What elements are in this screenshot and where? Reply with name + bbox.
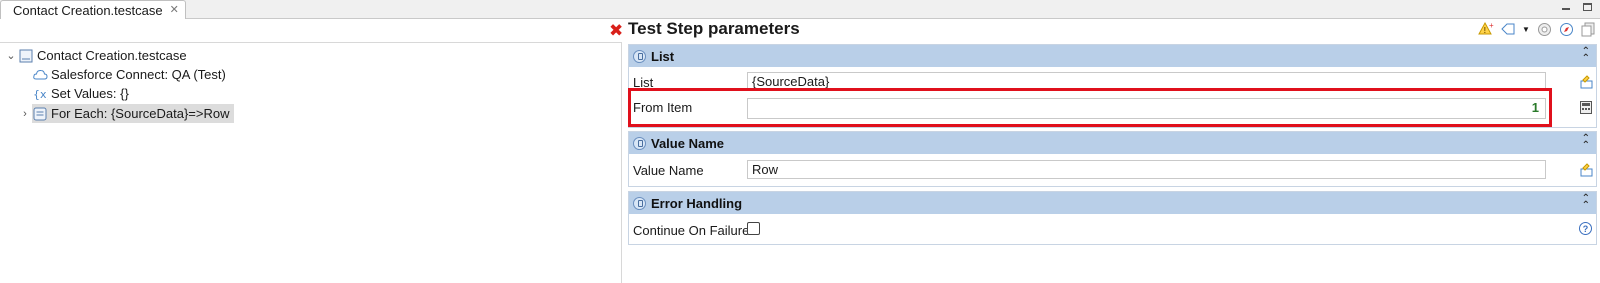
copy-icon[interactable]	[1580, 21, 1596, 37]
svg-text:+: +	[1489, 21, 1494, 30]
collapse-icon[interactable]: ⌃ ⌃	[1582, 194, 1590, 211]
tree-item-label: For Each: {SourceData}=>Row	[51, 106, 230, 121]
tag-icon[interactable]	[1500, 21, 1516, 37]
tab-contact-creation[interactable]: Contact Creation.testcase ✕	[0, 0, 186, 19]
error-icon: ✖	[609, 21, 624, 40]
section-title: Error Handling	[651, 195, 743, 211]
page-title: Test Step parameters	[628, 19, 800, 38]
warning-add-icon[interactable]: ! +	[1478, 21, 1494, 37]
tab-label: Contact Creation.testcase	[13, 2, 163, 18]
section-icon	[633, 136, 646, 150]
edit-variable-icon[interactable]	[1580, 163, 1594, 177]
close-icon[interactable]: ✕	[170, 4, 179, 16]
panel-toolbar: ! + ▼	[1478, 21, 1596, 37]
collapse-icon[interactable]: ⌃ ⌃	[1582, 134, 1590, 151]
svg-text:{x}: {x}	[33, 88, 48, 101]
dropdown-arrow-icon[interactable]: ▼	[1522, 21, 1530, 37]
refresh-icon[interactable]	[1536, 21, 1552, 37]
chevron-down-icon[interactable]: ⌄	[4, 49, 18, 62]
field-label: Continue On Failure	[633, 223, 750, 238]
list-icon	[32, 106, 48, 122]
test-tree-panel: ⌄ Contact Creation.testcase Salesforce C…	[0, 42, 622, 283]
collapse-icon[interactable]: ⌃ ⌃	[1582, 47, 1590, 64]
continue-on-failure-checkbox[interactable]	[747, 222, 760, 235]
calculator-icon[interactable]	[1580, 101, 1594, 115]
section-icon	[633, 49, 646, 63]
cloud-icon	[32, 67, 48, 83]
chevron-right-icon[interactable]: ›	[18, 108, 32, 120]
minimize-icon[interactable]	[1561, 1, 1571, 11]
tree-item[interactable]: Salesforce Connect: QA (Test)	[32, 65, 226, 84]
section-title: Value Name	[651, 135, 724, 151]
variable-icon: {x}	[32, 86, 48, 102]
section-header[interactable]: List ⌃ ⌃	[629, 45, 1596, 67]
field-label: Value Name	[633, 163, 704, 178]
tree-item-selected[interactable]: › For Each: {SourceData}=>Row	[18, 104, 234, 123]
field-row-value-name: Value Name Row	[629, 158, 1596, 182]
highlight-box	[628, 88, 1552, 127]
section-value-name: Value Name ⌃ ⌃ Value Name Row	[628, 131, 1597, 187]
section-header[interactable]: Value Name ⌃ ⌃	[629, 132, 1596, 154]
value-name-field[interactable]: Row	[747, 160, 1546, 179]
tree-item-label: Salesforce Connect: QA (Test)	[51, 67, 226, 82]
testcase-icon	[18, 48, 34, 64]
section-error-handling: Error Handling ⌃ ⌃ Continue On Failure ?	[628, 191, 1597, 245]
selection-highlight: For Each: {SourceData}=>Row	[32, 104, 234, 123]
tree-root[interactable]: ⌄ Contact Creation.testcase	[4, 46, 187, 65]
compass-icon[interactable]	[1558, 21, 1574, 37]
window-controls	[1561, 1, 1592, 11]
tree-root-label: Contact Creation.testcase	[37, 48, 187, 63]
section-title: List	[651, 48, 675, 64]
field-row-continue-on-failure: Continue On Failure ?	[629, 218, 1596, 242]
tree-item-label: Set Values: {}	[51, 86, 129, 101]
section-icon	[633, 196, 646, 210]
tree-item[interactable]: {x} Set Values: {}	[32, 84, 129, 103]
edit-variable-icon[interactable]	[1580, 75, 1594, 89]
editor-tab-bar: Contact Creation.testcase ✕	[0, 0, 1600, 19]
svg-text:!: !	[1484, 26, 1487, 35]
section-header[interactable]: Error Handling ⌃ ⌃	[629, 192, 1596, 214]
maximize-icon[interactable]	[1583, 3, 1592, 11]
help-icon[interactable]: ?	[1579, 222, 1592, 235]
